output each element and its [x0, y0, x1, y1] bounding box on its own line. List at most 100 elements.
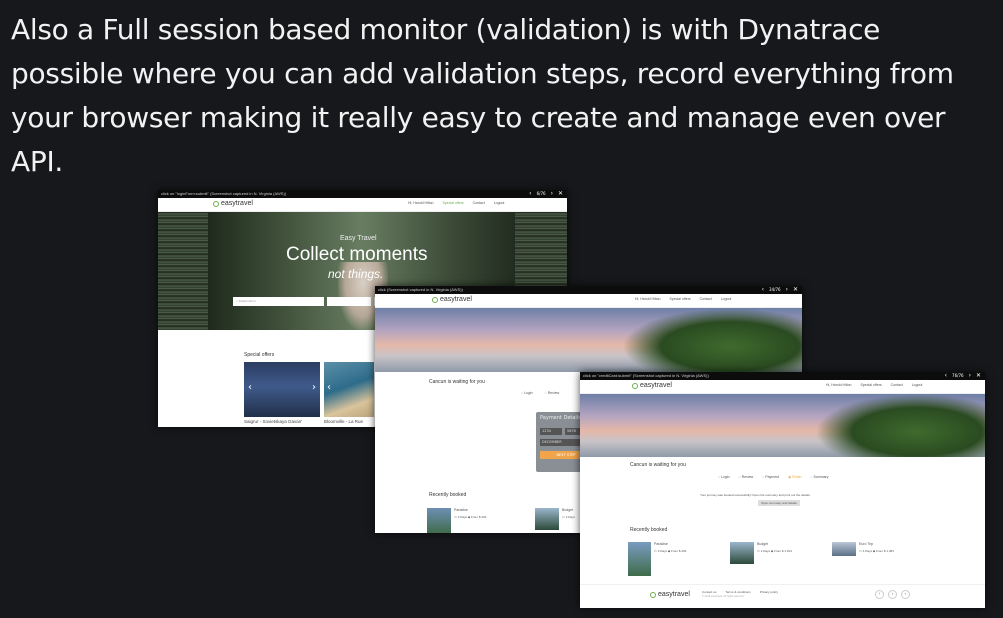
menu-special-offers[interactable]: Special offers [442, 201, 463, 205]
screenshot-confirmation: click on "creditCard:submit" (Screenshot… [580, 372, 985, 608]
recent-name: Paradise [654, 542, 668, 546]
date-from-input[interactable] [327, 297, 371, 306]
recent-meta: ▭ 2 Days ◆ From $ 1,014 [757, 549, 792, 553]
footer-terms-link[interactable]: Terms & conditions [725, 590, 750, 594]
booking-success-text: Your journey was booked successfully! Op… [700, 493, 811, 497]
offer-card-2[interactable]: ‹ [324, 362, 374, 417]
logo-text: easytravel [221, 200, 253, 207]
menu-contact[interactable]: Contact [473, 201, 485, 205]
logo-pin-icon [632, 382, 638, 389]
footer-privacy-link[interactable]: Privacy policy [760, 590, 778, 594]
prev-arrow-icon[interactable]: ‹ [529, 190, 531, 198]
recent-meta: ▭ 3 Days ◆ From $ 294 [454, 515, 487, 519]
social-icons: f t + [875, 590, 910, 599]
tag-icon: ◆ [667, 549, 671, 553]
booking-steps: ◌ Login ◌ Review ◌ Payment ◉ Finish ◌ Su… [718, 475, 828, 479]
screenshot-pager: ‹ 76/76 › ✕ [945, 372, 981, 380]
open-summary-button[interactable]: Open summary and details [758, 500, 800, 506]
recent-name: Budget [757, 542, 769, 546]
carousel-next-icon[interactable]: › [312, 382, 316, 393]
footer-copyright: © 2018 easytravel. All rights reserved. [702, 595, 745, 598]
close-icon[interactable]: ✕ [558, 190, 563, 198]
share-icon[interactable]: + [901, 590, 910, 599]
waiting-title: Cancun is waiting for you [630, 462, 686, 468]
tag-icon: ◆ [770, 549, 774, 553]
footer-contact-link[interactable]: Contact us [702, 590, 716, 594]
site-logo[interactable]: easytravel [213, 200, 253, 207]
search-destination-input[interactable]: ⌕ Destination [233, 297, 324, 306]
menu-special-offers[interactable]: Special offers [669, 297, 690, 301]
next-arrow-icon[interactable]: › [786, 286, 788, 294]
next-arrow-icon[interactable]: › [969, 372, 971, 380]
offer-card-1-label: Saigrur - Sovietskaya Gavan' [244, 419, 303, 424]
logo-text: easytravel [440, 296, 472, 303]
site-logo[interactable]: easytravel [632, 382, 672, 389]
logo-text: easytravel [640, 382, 672, 389]
recent-meta: ▭ 4 Days ◆ From $ 1,384 [859, 549, 894, 553]
step-finish: ◉ Finish [788, 475, 802, 479]
booking-steps: ◌ Login ◌ Review [521, 391, 559, 395]
card-number-field-1[interactable]: 1234 [540, 428, 562, 435]
logo-pin-icon [213, 200, 219, 207]
hero-left-stripes [158, 212, 208, 330]
search-icon: ⌕ [236, 299, 238, 303]
palm-trees [622, 308, 802, 372]
footer-logo[interactable]: easytravel [650, 591, 690, 598]
menu-logout[interactable]: Logout [912, 383, 923, 387]
tag-icon: ◆ [872, 549, 876, 553]
site-footer: easytravel Contact us Terms & conditions… [580, 584, 985, 608]
logo-pin-icon [650, 591, 656, 598]
recent-item-2[interactable]: Budget ▭ 2 Days ◆ From $ 1,014 [730, 542, 825, 568]
recent-item-3[interactable]: Euro Trip ▭ 4 Days ◆ From $ 1,384 [832, 542, 927, 568]
site-logo[interactable]: easytravel [432, 296, 472, 303]
screenshot-caption: click (Screenshot captured in N. Virgini… [378, 287, 463, 292]
twitter-icon[interactable]: t [888, 590, 897, 599]
recent-item-1[interactable]: Paradise ▭ 3 Days ◆ From $ 294 [427, 506, 527, 533]
screenshot-caption-bar: click (Screenshot captured in N. Virgini… [375, 286, 802, 294]
step-review: ◌ Review [544, 391, 560, 395]
prev-arrow-icon[interactable]: ‹ [762, 286, 764, 294]
footer-logo-text: easytravel [658, 591, 690, 598]
recent-name: Budget [562, 508, 574, 512]
facebook-icon[interactable]: f [875, 590, 884, 599]
recent-thumb [832, 542, 856, 556]
hero-kicker: Easy Travel [340, 235, 377, 242]
menu-special-offers[interactable]: Special offers [860, 383, 881, 387]
site-menu: Hi, Harold Hilton Special offers Contact… [635, 297, 731, 301]
calendar-icon: ▭ [859, 549, 862, 553]
menu-contact[interactable]: Contact [891, 383, 903, 387]
special-offers-title: Special offers [244, 352, 275, 358]
menu-user[interactable]: Hi, Harold Hilton [408, 201, 433, 205]
site-header: easytravel Hi, Harold Hilton Special off… [158, 198, 567, 212]
close-icon[interactable]: ✕ [976, 372, 981, 380]
recently-booked-title: Recently booked [630, 527, 668, 533]
carousel-prev-icon[interactable]: ‹ [327, 382, 331, 393]
waiting-title: Cancun is waiting for you [429, 379, 485, 385]
screenshot-caption: click on "creditCard:submit" (Screenshot… [583, 373, 709, 378]
recent-item-1[interactable]: Paradise ▭ 3 Days ◆ From $ 294 [628, 542, 723, 576]
prev-arrow-icon[interactable]: ‹ [945, 372, 947, 380]
step-summary: ◌ Summary [810, 475, 829, 479]
hero-subtitle: not things. [328, 267, 384, 281]
next-arrow-icon[interactable]: › [551, 190, 553, 198]
recent-thumb [427, 508, 451, 533]
screenshot-caption-bar: click on "creditCard:submit" (Screenshot… [580, 372, 985, 380]
menu-logout[interactable]: Logout [721, 297, 732, 301]
menu-user[interactable]: Hi, Harold Hilton [635, 297, 660, 301]
beach-hero-image [375, 308, 802, 372]
site-header: easytravel Hi, Harold Hilton Special off… [375, 294, 802, 308]
carousel-prev-icon[interactable]: ‹ [248, 382, 252, 393]
menu-logout[interactable]: Logout [494, 201, 505, 205]
menu-contact[interactable]: Contact [700, 297, 712, 301]
close-icon[interactable]: ✕ [793, 286, 798, 294]
offer-card-1[interactable]: ‹ › [244, 362, 320, 417]
hero-title: Collect moments [286, 244, 428, 265]
recent-thumb [535, 508, 559, 530]
footer-links: Contact us Terms & conditions Privacy po… [702, 590, 778, 594]
calendar-icon: ▭ [562, 515, 565, 519]
screenshot-counter: 76/76 [952, 373, 964, 378]
screenshot-pager: ‹ 6/76 › ✕ [529, 190, 563, 198]
menu-user[interactable]: Hi, Harold Hilton [826, 383, 851, 387]
recent-thumb [628, 542, 651, 576]
recent-name: Paradise [454, 508, 468, 512]
